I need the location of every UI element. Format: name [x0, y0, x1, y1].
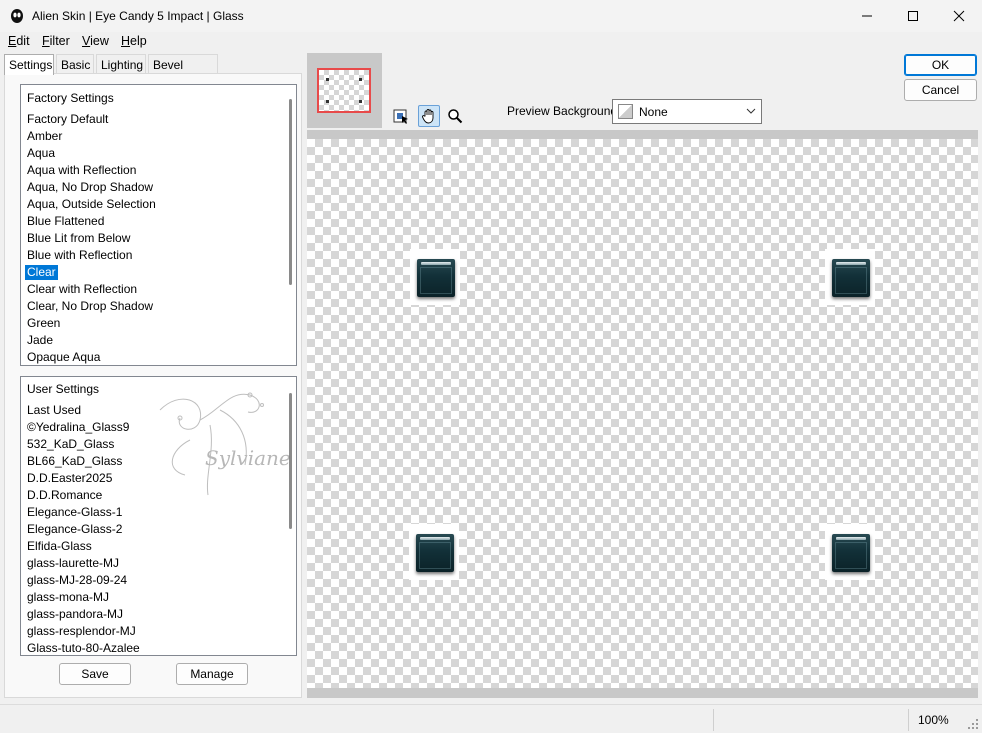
preview-tile	[409, 524, 459, 580]
list-item[interactable]: Factory Default	[27, 112, 108, 127]
glass-square-preview	[832, 534, 870, 572]
preview-background-value: None	[639, 105, 668, 119]
thumb-dot	[326, 78, 329, 81]
zoom-tool-button[interactable]	[444, 105, 466, 127]
preview-background-swatch	[618, 104, 633, 119]
menu-edit[interactable]: Edit	[8, 34, 30, 48]
navigator-viewport-frame[interactable]	[317, 68, 371, 113]
alien-skin-app-icon	[11, 9, 23, 23]
list-item[interactable]: glass-resplendor-MJ	[27, 624, 136, 639]
list-item[interactable]: Clear with Reflection	[27, 282, 137, 297]
resize-grip-icon[interactable]	[967, 718, 979, 730]
status-divider	[713, 709, 714, 731]
list-item[interactable]: Jade	[27, 333, 53, 348]
list-item[interactable]: D.D.Easter2025	[27, 471, 112, 486]
preview-canvas[interactable]	[307, 130, 978, 698]
hand-tool-button[interactable]	[418, 105, 440, 127]
list-item[interactable]: D.D.Romance	[27, 488, 102, 503]
menu-filter-mnemonic: F	[42, 34, 50, 48]
list-item[interactable]: Blue with Reflection	[27, 248, 132, 263]
menu-filter[interactable]: Filter	[42, 34, 70, 48]
list-item[interactable]: Amber	[27, 129, 62, 144]
factory-settings-list[interactable]: Factory Settings Factory Default Amber A…	[20, 84, 297, 366]
menu-bar: Edit Filter View Help	[0, 32, 982, 52]
list-item[interactable]: Green	[27, 316, 60, 331]
list-item[interactable]: Blue Flattened	[27, 214, 104, 229]
maximize-icon	[908, 11, 918, 21]
minimize-button[interactable]	[844, 0, 890, 32]
tab-settings[interactable]: Settings	[4, 54, 54, 75]
manage-button[interactable]: Manage	[176, 663, 248, 685]
thumb-dot	[326, 100, 329, 103]
thumb-dot	[359, 78, 362, 81]
list-item[interactable]: 532_KaD_Glass	[27, 437, 114, 452]
menu-help[interactable]: Help	[121, 34, 147, 48]
list-item[interactable]: glass-pandora-MJ	[27, 607, 123, 622]
list-item[interactable]: Aqua with Reflection	[27, 163, 136, 178]
preview-background-select[interactable]: None	[612, 99, 762, 124]
menu-view-mnemonic: V	[82, 34, 91, 48]
list-item[interactable]: glass-MJ-28-09-24	[27, 573, 127, 588]
zoom-level: 100%	[918, 713, 949, 727]
close-icon	[953, 10, 965, 22]
list-item[interactable]: Clear, No Drop Shadow	[27, 299, 153, 314]
list-item[interactable]: Elfida-Glass	[27, 539, 92, 554]
glass-square-preview	[416, 534, 454, 572]
status-bar: 100%	[0, 704, 982, 733]
glass-square-preview	[832, 259, 870, 297]
save-button[interactable]: Save	[59, 663, 131, 685]
thumb-dot	[359, 100, 362, 103]
user-list-scrollbar[interactable]	[289, 393, 292, 529]
list-item[interactable]: glass-laurette-MJ	[27, 556, 119, 571]
preview-tile	[410, 249, 460, 305]
close-button[interactable]	[936, 0, 982, 32]
preview-tile	[825, 524, 875, 580]
menu-help-label: elp	[130, 34, 147, 48]
cancel-button[interactable]: Cancel	[904, 79, 977, 101]
menu-view-label: iew	[90, 34, 109, 48]
factory-list-scrollbar[interactable]	[289, 99, 292, 285]
title-bar: Alien Skin | Eye Candy 5 Impact | Glass	[0, 0, 982, 32]
preview-background-label: Preview Background:	[507, 104, 621, 118]
factory-settings-header: Factory Settings	[27, 91, 114, 105]
status-divider	[908, 709, 909, 731]
list-item[interactable]: Opaque Aqua	[27, 350, 100, 365]
menu-view[interactable]: View	[82, 34, 109, 48]
ok-button[interactable]: OK	[904, 54, 977, 76]
list-item[interactable]: glass-mona-MJ	[27, 590, 109, 605]
menu-help-mnemonic: H	[121, 34, 131, 48]
list-item[interactable]: Elegance-Glass-2	[27, 522, 122, 537]
zoom-icon	[448, 109, 463, 124]
menu-filter-label: ilter	[49, 34, 70, 48]
navigate-tool-button[interactable]	[390, 105, 412, 127]
list-item[interactable]: ©Yedralina_Glass9	[27, 420, 129, 435]
list-item[interactable]: Aqua, No Drop Shadow	[27, 180, 153, 195]
preview-transparent-area[interactable]	[307, 139, 978, 688]
settings-panel: Factory Settings Factory Default Amber A…	[4, 73, 302, 698]
minimize-icon	[862, 15, 872, 17]
chevron-down-icon	[746, 108, 756, 114]
glass-square-preview	[417, 259, 455, 297]
list-item[interactable]: Elegance-Glass-1	[27, 505, 122, 520]
window-title: Alien Skin | Eye Candy 5 Impact | Glass	[32, 9, 244, 23]
tab-bevel-profile[interactable]: Bevel Profile	[148, 54, 218, 86]
list-item[interactable]: Aqua	[27, 146, 55, 161]
list-item[interactable]: Blue Lit from Below	[27, 231, 130, 246]
hand-icon	[422, 109, 434, 124]
tab-lighting[interactable]: Lighting	[96, 54, 146, 74]
list-item[interactable]: BL66_KaD_Glass	[27, 454, 122, 469]
list-item[interactable]: Last Used	[27, 403, 81, 418]
list-item-selected[interactable]: Clear	[25, 265, 58, 280]
menu-edit-label: dit	[16, 34, 30, 48]
list-item[interactable]: Glass-tuto-80-Azalee	[27, 641, 140, 655]
tab-basic[interactable]: Basic	[56, 54, 94, 74]
navigate-icon	[393, 109, 408, 124]
user-settings-header: User Settings	[27, 382, 100, 396]
user-settings-list[interactable]: User Settings Last Used ©Yedralina_Glass…	[20, 376, 297, 656]
navigator-thumbnail[interactable]	[307, 53, 382, 128]
list-item[interactable]: Aqua, Outside Selection	[27, 197, 156, 212]
preview-tile	[825, 249, 875, 305]
maximize-button[interactable]	[890, 0, 936, 32]
